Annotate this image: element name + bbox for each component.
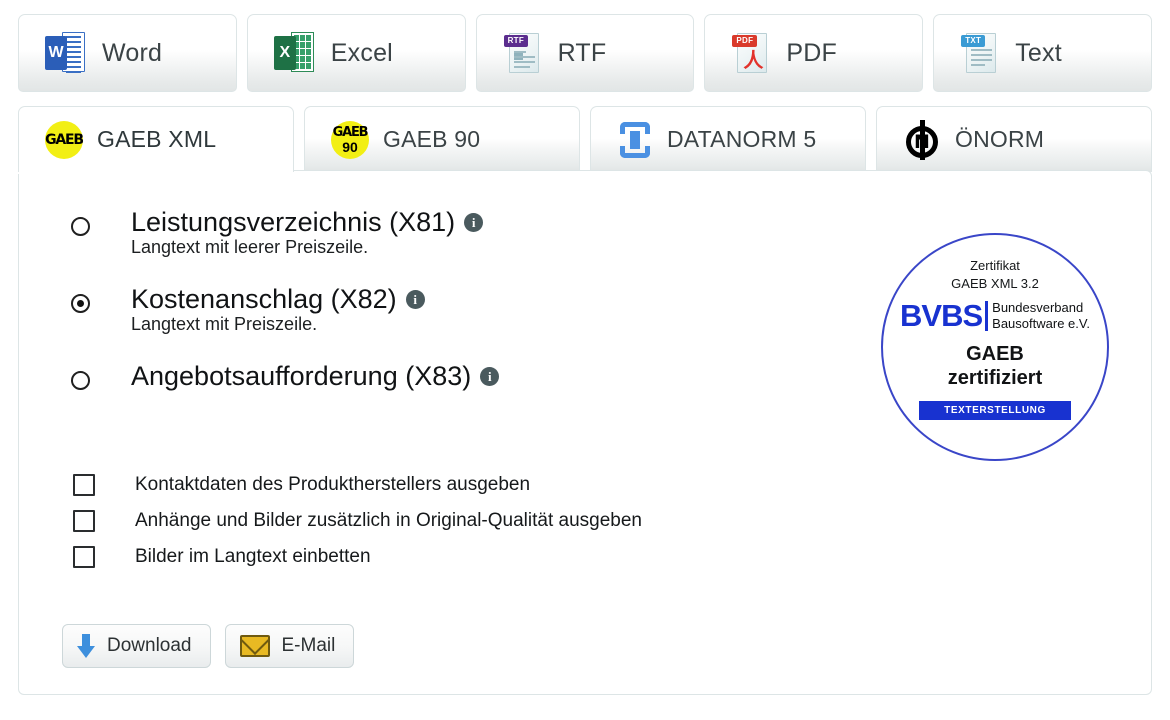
option-leistungsverzeichnis-subtitle: Langtext mit leerer Preiszeile. <box>131 237 369 258</box>
seal-brand-subtitle-line2: Bausoftware e.V. <box>992 315 1090 331</box>
option-angebotsaufforderung[interactable]: Angebotsaufforderung (X83) i <box>71 361 500 392</box>
option-kostenanschlag[interactable]: Kostenanschlag (X82) i Langtext mit Prei… <box>71 284 499 335</box>
tab-datanorm-5-label: DATANORM 5 <box>667 126 817 152</box>
seal-line-3: GAEB <box>966 343 1024 366</box>
checkbox-bilder-einbetten[interactable] <box>73 546 95 568</box>
pdf-document-icon: 人 PDF <box>731 31 769 75</box>
txt-document-icon: TXT <box>960 31 998 75</box>
checkbox-kontaktdaten-label: Kontaktdaten des Produktherstellers ausg… <box>135 474 531 495</box>
tab-rtf[interactable]: RTF RTF <box>475 14 695 92</box>
checkbox-row-bilder-einbetten[interactable]: Bilder im Langtext einbetten <box>73 546 642 568</box>
seal-divider <box>985 300 989 331</box>
tab-gaeb-xml[interactable]: GAEB GAEB XML <box>18 106 294 172</box>
excel-icon-letter: X <box>273 36 296 70</box>
tab-oenorm[interactable]: N ÖNORM <box>876 106 1152 172</box>
gaeb-90-icon: GAEB 90 <box>331 120 369 159</box>
rtf-document-icon: RTF <box>503 31 541 75</box>
tab-gaeb-xml-label: GAEB XML <box>97 126 217 152</box>
oenorm-icon-letter: N <box>914 130 930 153</box>
checkbox-anhaenge[interactable] <box>73 510 95 532</box>
txt-badge: TXT <box>961 35 986 47</box>
option-kostenanschlag-title: Kostenanschlag (X82) <box>131 284 397 315</box>
email-button[interactable]: E-Mail <box>224 624 355 668</box>
tab-datanorm-5[interactable]: DATANORM 5 <box>590 106 866 172</box>
active-tab-seam <box>19 169 271 172</box>
tab-rtf-label: RTF <box>557 38 607 67</box>
seal-line-2: GAEB XML 3.2 <box>951 275 1039 291</box>
download-button[interactable]: Download <box>62 624 211 668</box>
gaeb-90-icon-text: GAEB <box>332 124 369 140</box>
word-icon: W <box>45 32 85 74</box>
email-button-label: E-Mail <box>281 635 336 656</box>
radio-kostenanschlag[interactable] <box>71 294 90 314</box>
tab-pdf[interactable]: 人 PDF PDF <box>704 14 924 92</box>
gaeb-icon-text: GAEB <box>45 131 84 148</box>
rtf-badge: RTF <box>503 35 529 47</box>
option-angebotsaufforderung-title: Angebotsaufforderung (X83) <box>131 361 472 392</box>
tab-word-label: Word <box>102 38 163 67</box>
checkbox-anhaenge-label: Anhänge und Bilder zusätzlich in Origina… <box>135 510 642 531</box>
seal-ribbon: TEXTERSTELLUNG <box>919 400 1071 420</box>
tab-gaeb-90-label: GAEB 90 <box>383 126 481 152</box>
tab-word[interactable]: W Word <box>18 14 237 92</box>
option-kostenanschlag-subtitle: Langtext mit Preiszeile. <box>131 314 318 335</box>
file-format-tab-row: W Word X Excel RTF RTF 人 PDF PDF TXT Tex… <box>18 14 1152 92</box>
export-type-radio-group: Leistungsverzeichnis (X81) i Langtext mi… <box>71 207 500 418</box>
standard-tab-row: GAEB GAEB XML GAEB 90 GAEB 90 DATANORM 5… <box>18 106 1152 172</box>
checkbox-kontaktdaten[interactable] <box>73 474 95 496</box>
download-button-label: Download <box>107 635 192 656</box>
checkbox-row-kontaktdaten[interactable]: Kontaktdaten des Produktherstellers ausg… <box>73 474 642 496</box>
seal-brand-row: BVBS Bundesverband Bausoftware e.V. <box>900 300 1090 331</box>
tab-excel[interactable]: X Excel <box>246 14 466 92</box>
info-icon-kostenanschlag[interactable]: i <box>405 289 425 309</box>
radio-leistungsverzeichnis[interactable] <box>71 217 90 236</box>
tab-gaeb-90[interactable]: GAEB 90 GAEB 90 <box>304 106 580 172</box>
bvbs-certification-seal: Zertifikat GAEB XML 3.2 BVBS Bundesverba… <box>881 233 1109 461</box>
seal-line-4: zertifiziert <box>947 367 1043 390</box>
checkbox-row-anhaenge[interactable]: Anhänge und Bilder zusätzlich in Origina… <box>73 510 642 532</box>
datanorm-icon <box>617 121 653 158</box>
word-icon-letter: W <box>45 36 67 70</box>
download-arrow-icon <box>77 634 95 658</box>
gaeb-icon: GAEB <box>45 120 84 159</box>
excel-icon: X <box>273 32 314 74</box>
action-button-row: Download E-Mail <box>62 624 355 668</box>
gaeb-90-icon-number: 90 <box>342 138 358 155</box>
oenorm-icon: N <box>903 119 941 160</box>
tab-text-label: Text <box>1015 38 1062 67</box>
envelope-icon <box>239 635 270 657</box>
option-leistungsverzeichnis-title: Leistungsverzeichnis (X81) <box>131 207 456 237</box>
seal-brand-subtitle-line1: Bundesverband <box>992 300 1084 316</box>
pdf-badge: PDF <box>732 35 758 47</box>
tab-pdf-label: PDF <box>786 38 837 67</box>
radio-angebotsaufforderung[interactable] <box>71 371 90 391</box>
seal-line-1: Zertifikat <box>970 258 1020 273</box>
seal-brand-subtitle: Bundesverband Bausoftware e.V. <box>992 300 1090 331</box>
export-options-checkbox-group: Kontaktdaten des Produktherstellers ausg… <box>73 474 642 582</box>
pdf-swirl-glyph: 人 <box>743 50 764 72</box>
export-format-panel: W Word X Excel RTF RTF 人 PDF PDF TXT Tex… <box>0 0 1170 720</box>
checkbox-bilder-einbetten-label: Bilder im Langtext einbetten <box>135 546 371 567</box>
gaeb-xml-content-panel: Leistungsverzeichnis (X81) i Langtext mi… <box>18 170 1152 695</box>
info-icon-leistungsverzeichnis[interactable]: i <box>464 212 484 232</box>
tab-oenorm-label: ÖNORM <box>955 126 1045 152</box>
tab-excel-label: Excel <box>330 38 393 67</box>
tab-text[interactable]: TXT Text <box>933 14 1152 92</box>
info-icon-angebotsaufforderung[interactable]: i <box>480 367 500 387</box>
option-leistungsverzeichnis[interactable]: Leistungsverzeichnis (X81) i Langtext mi… <box>71 207 499 258</box>
seal-brand: BVBS <box>900 298 983 334</box>
